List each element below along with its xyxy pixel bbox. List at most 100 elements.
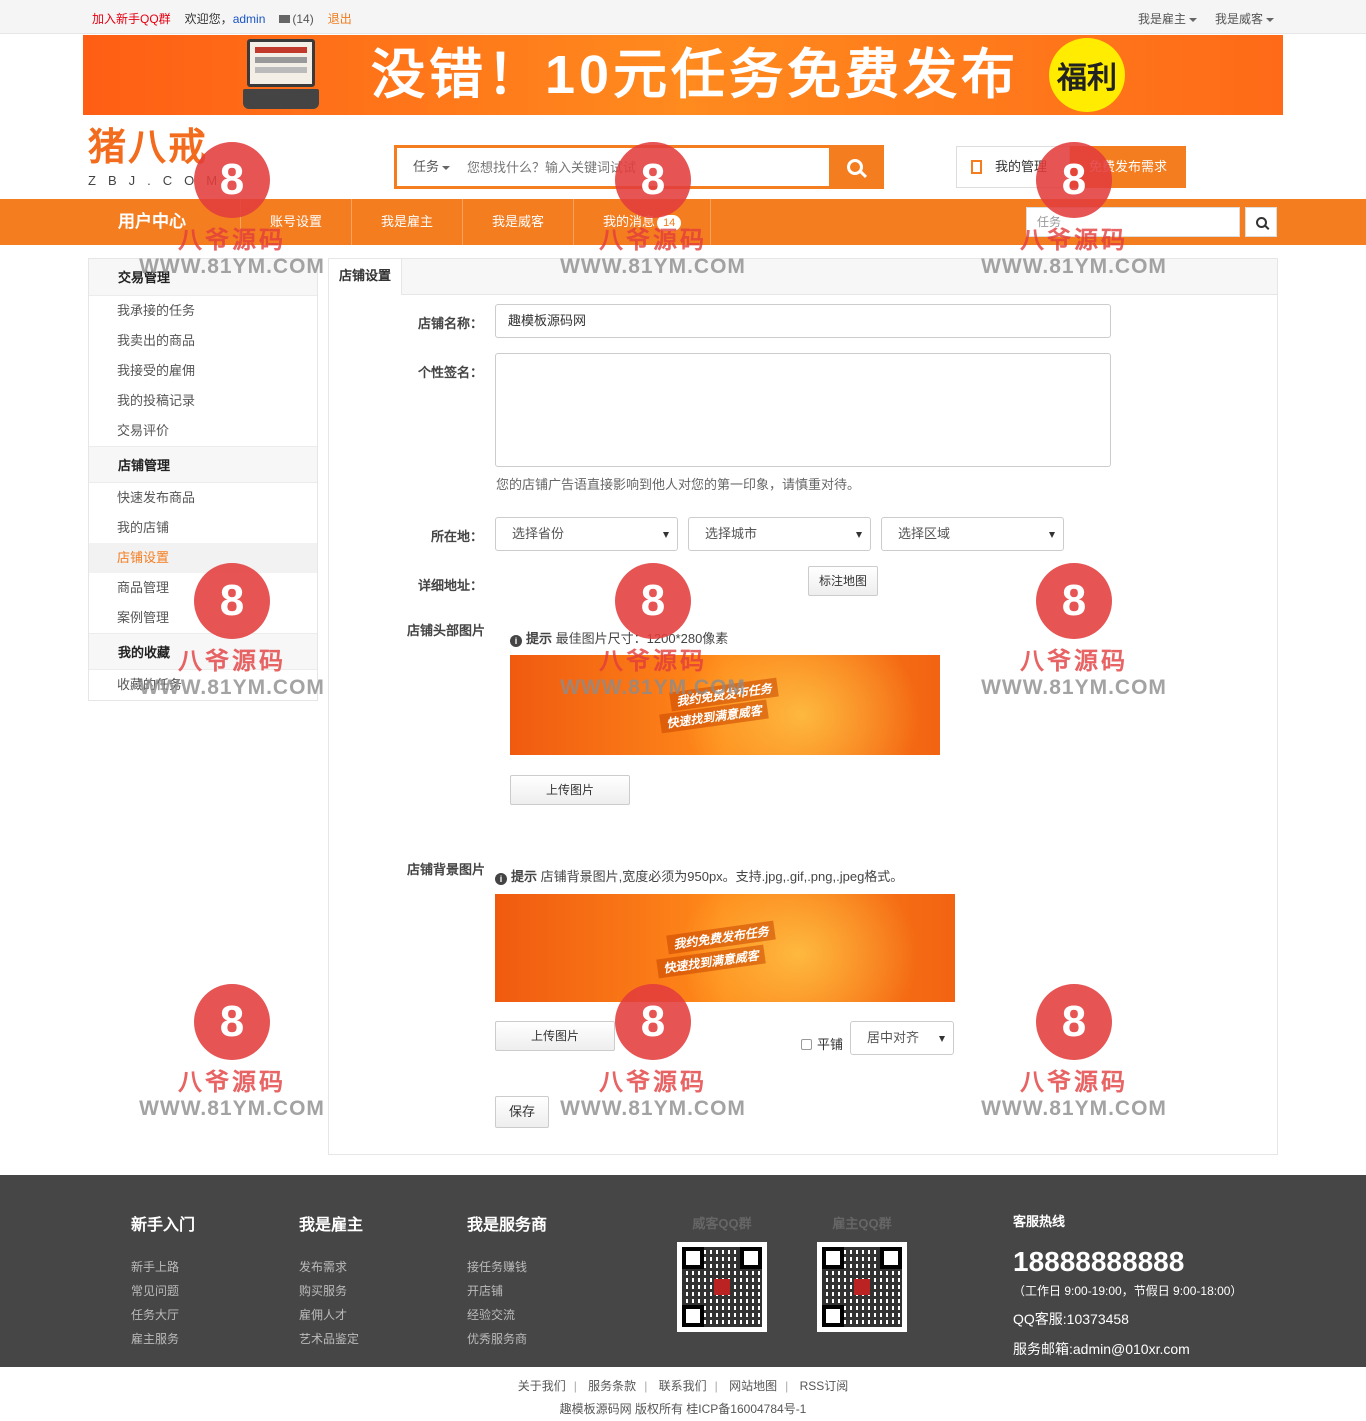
province-select[interactable]: 选择省份 xyxy=(495,517,678,551)
username-link[interactable]: admin xyxy=(233,12,266,26)
header-image-preview: 我约免费发布任务 快速找到满意威客 xyxy=(510,655,940,755)
bottom-bar: 关于我们 | 服务条款 | 联系我们 | 网站地图 | RSS订阅 趣模板源码网 版权所… xyxy=(0,1377,1366,1417)
footer-link[interactable]: 接任务赚钱 xyxy=(467,1255,547,1279)
site-logo[interactable]: 猪八戒 ZBJ.COM xyxy=(88,125,229,189)
sidebar-item[interactable]: 收藏的任务 xyxy=(89,670,317,700)
location-label: 所在地： xyxy=(430,529,483,544)
envelope-icon xyxy=(279,15,291,24)
logout-link[interactable]: 退出 xyxy=(328,10,352,27)
tile-option[interactable]: 平铺 xyxy=(801,1034,843,1053)
signature-label: 个性签名： xyxy=(417,365,483,380)
caret-down-icon xyxy=(442,165,451,170)
sidebar-item[interactable]: 我卖出的商品 xyxy=(89,326,317,356)
copyright: 趣模板源码网 版权所有 桂ICP备16004784号-1 xyxy=(559,1402,807,1416)
welcome-text: 欢迎您，admin xyxy=(184,12,266,26)
city-select[interactable]: 选择城市 xyxy=(688,517,871,551)
background-image-preview: 我约免费发布任务 快速找到满意威客 xyxy=(495,894,955,1002)
footer-link[interactable]: 购买服务 xyxy=(299,1279,363,1303)
footer: 新手入门 新手上路 常见问题 任务大厅 雇主服务 我是雇主 发布需求 购买服务 … xyxy=(0,1175,1366,1367)
watermark: 八爷源码WWW.81YM.COM xyxy=(132,984,332,1121)
nav-item-employer[interactable]: 我是雇主 xyxy=(351,199,462,245)
info-icon: i xyxy=(510,635,522,647)
qr-code-icon xyxy=(817,1242,907,1332)
bottom-link[interactable]: RSS订阅 xyxy=(800,1379,849,1393)
nav-title: 用户中心 xyxy=(118,212,186,231)
qq-group-link[interactable]: 加入新手QQ群 xyxy=(92,10,171,27)
save-button[interactable]: 保存 xyxy=(495,1096,549,1128)
nav-search-button[interactable] xyxy=(1245,207,1277,237)
align-select[interactable]: 居中对齐 xyxy=(850,1021,954,1055)
bottom-link[interactable]: 联系我们 xyxy=(659,1379,707,1393)
search-icon xyxy=(847,159,863,175)
message-count-badge: 14 xyxy=(657,215,682,231)
watermark-logo-icon xyxy=(194,984,270,1060)
footer-column: 新手入门 新手上路 常见问题 任务大厅 雇主服务 xyxy=(131,1211,195,1351)
sidebar-item[interactable]: 案例管理 xyxy=(89,603,317,633)
search-type-select[interactable]: 任务 xyxy=(397,148,463,186)
nav-item-witkey[interactable]: 我是威客 xyxy=(462,199,573,245)
sidebar-item[interactable]: 我的店铺 xyxy=(89,513,317,543)
sidebar: 交易管理 我承接的任务 我卖出的商品 我接受的雇佣 我的投稿记录 交易评价 店铺… xyxy=(88,258,318,701)
tab-shop-settings[interactable]: 店铺设置 xyxy=(329,259,403,295)
upload-header-image-button[interactable]: 上传图片 xyxy=(510,775,630,805)
sidebar-item[interactable]: 我承接的任务 xyxy=(89,296,317,326)
header-image-label: 店铺头部图片 xyxy=(406,623,485,638)
hotline-number: 18888888888 xyxy=(1013,1246,1185,1277)
background-image-hint: i 提示 店铺背景图片,宽度必须为950px。支持.jpg,.gif,.png,.… xyxy=(495,866,903,885)
bottom-link[interactable]: 网站地图 xyxy=(729,1379,777,1393)
district-select[interactable]: 选择区域 xyxy=(881,517,1064,551)
sidebar-item[interactable]: 我的投稿记录 xyxy=(89,386,317,416)
footer-link[interactable]: 发布需求 xyxy=(299,1255,363,1279)
footer-link[interactable]: 雇佣人才 xyxy=(299,1303,363,1327)
bottom-link[interactable]: 关于我们 xyxy=(518,1379,566,1393)
my-management-button[interactable]: 我的管理 xyxy=(956,146,1070,188)
search-button[interactable] xyxy=(829,148,881,186)
nav-item-messages[interactable]: 我的消息 14 xyxy=(573,199,712,245)
promo-banner[interactable]: 没错！10元任务免费发布 福利 xyxy=(83,35,1283,115)
sidebar-item[interactable]: 快速发布商品 xyxy=(89,483,317,513)
header-image-hint: i 提示 最佳图片尺寸：1200*280像素 xyxy=(510,628,728,647)
employer-menu[interactable]: 我是雇主 xyxy=(1138,10,1197,27)
bottom-link[interactable]: 服务条款 xyxy=(588,1379,636,1393)
sidebar-group-title: 店铺管理 xyxy=(89,446,317,483)
tile-checkbox[interactable] xyxy=(801,1039,812,1050)
footer-link[interactable]: 开店铺 xyxy=(467,1279,547,1303)
footer-link[interactable]: 艺术品鉴定 xyxy=(299,1327,363,1351)
sidebar-group-title: 交易管理 xyxy=(89,259,317,296)
footer-link[interactable]: 优秀服务商 xyxy=(467,1327,547,1351)
sidebar-group-title: 我的收藏 xyxy=(89,633,317,670)
footer-link[interactable]: 新手上路 xyxy=(131,1255,195,1279)
document-icon xyxy=(971,160,982,174)
caret-down-icon xyxy=(1188,17,1197,22)
search-input[interactable] xyxy=(463,148,829,186)
sidebar-item[interactable]: 商品管理 xyxy=(89,573,317,603)
shop-name-label: 店铺名称： xyxy=(417,316,483,331)
laptop-illustration xyxy=(243,39,319,111)
shop-settings-panel: 店铺设置 店铺名称： 趣模板源码网 个性签名： 您的店铺广告语直接影响到他人对您… xyxy=(328,258,1278,1155)
banner-badge: 福利 xyxy=(1049,38,1125,112)
witkey-qr: 威客QQ群 xyxy=(677,1213,767,1332)
post-request-button[interactable]: 免费发布需求 xyxy=(1070,146,1186,188)
footer-link[interactable]: 经验交流 xyxy=(467,1303,547,1327)
footer-link[interactable]: 任务大厅 xyxy=(131,1303,195,1327)
footer-link[interactable]: 雇主服务 xyxy=(131,1327,195,1351)
sidebar-item[interactable]: 交易评价 xyxy=(89,416,317,446)
background-image-label: 店铺背景图片 xyxy=(406,862,485,877)
shop-name-input[interactable]: 趣模板源码网 xyxy=(495,304,1111,338)
banner-slogan: 没错！10元任务免费发布 xyxy=(371,45,1020,105)
messages-link[interactable]: (14) xyxy=(279,12,314,26)
qq-service: QQ客服:10373458 xyxy=(1013,1311,1129,1327)
mark-map-button[interactable]: 标注地图 xyxy=(808,566,878,596)
nav-item-account[interactable]: 账号设置 xyxy=(240,199,351,245)
nav-search-input[interactable]: 任务 xyxy=(1026,207,1240,237)
witkey-menu[interactable]: 我是威客 xyxy=(1215,10,1274,27)
sidebar-item[interactable]: 我接受的雇佣 xyxy=(89,356,317,386)
sidebar-item-active[interactable]: 店铺设置 xyxy=(89,543,317,573)
main-nav: 用户中心 账号设置 我是雇主 我是威客 我的消息 14 任务 xyxy=(0,199,1366,245)
address-label: 详细地址： xyxy=(417,578,483,593)
footer-link[interactable]: 常见问题 xyxy=(131,1279,195,1303)
signature-textarea[interactable] xyxy=(495,353,1111,467)
contact-info: 客服热线 18888888888 （工作日 9:00-19:00，节假日 9:0… xyxy=(1013,1214,1243,1357)
main-search: 任务 xyxy=(394,145,884,189)
upload-background-image-button[interactable]: 上传图片 xyxy=(495,1021,615,1051)
